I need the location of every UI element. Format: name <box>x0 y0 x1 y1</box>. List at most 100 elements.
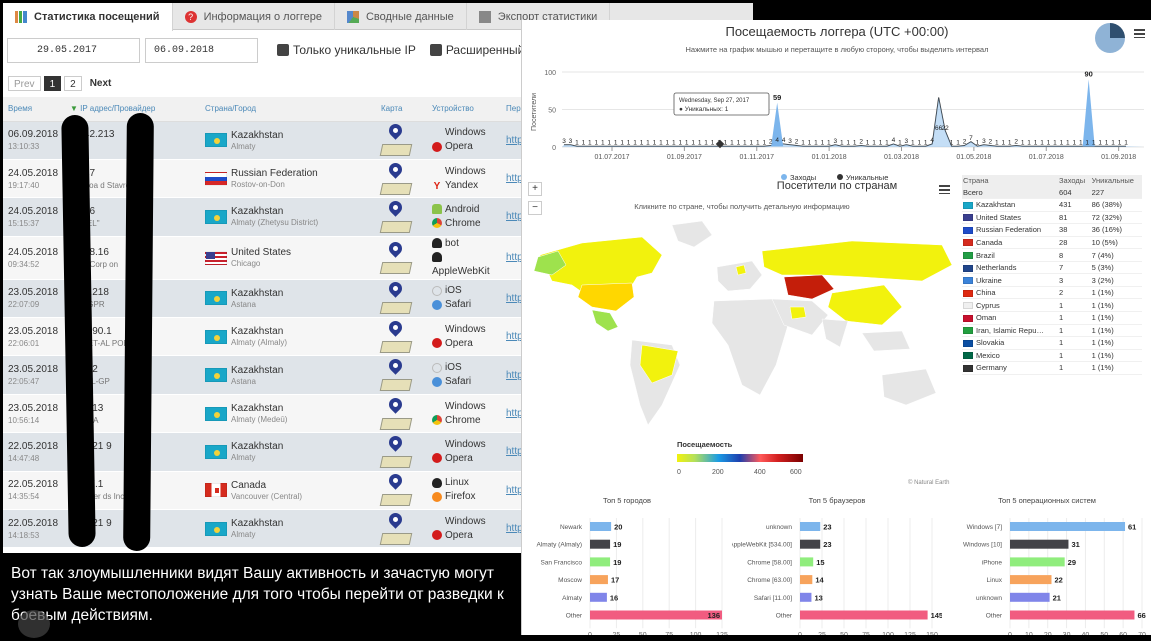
map-australia[interactable] <box>881 368 937 406</box>
os-name: Windows <box>445 438 486 450</box>
map-pin-icon[interactable] <box>379 510 413 545</box>
col-country-header[interactable]: Страна/Город <box>200 97 376 122</box>
map-pin-icon[interactable] <box>379 238 413 274</box>
tab-logger-info[interactable]: ? Информация о логгере <box>173 3 335 30</box>
country-row[interactable]: Kazakhstan 431 86 (38%) <box>962 198 1142 212</box>
pin-marker <box>386 433 405 452</box>
os-name: Windows <box>445 515 486 527</box>
point-label: 3 <box>833 138 837 145</box>
map-color-scale <box>677 454 803 462</box>
country-row[interactable]: Canada 28 10 (5%) <box>962 236 1142 250</box>
device-browser: Opera <box>432 140 501 154</box>
device-os: Windows <box>432 323 501 337</box>
city-name: Almaty (Zhetysu District) <box>231 218 319 228</box>
map-usa[interactable] <box>577 282 635 312</box>
map-pin-icon[interactable] <box>379 159 413 195</box>
country-row[interactable]: United States 81 72 (32%) <box>962 211 1142 225</box>
unique-ip-checkbox[interactable]: Только уникальные IP <box>277 43 416 57</box>
countries-col-visits[interactable]: Заходы <box>1058 175 1091 186</box>
traffic-chart-title: Посещаемость логгера (UTC +00:00) <box>725 24 949 39</box>
map-pin-icon[interactable] <box>379 121 413 157</box>
date-to-input[interactable]: 06.09.2018 <box>145 37 258 63</box>
cell-time: 23.05.2018 10:56:14 <box>3 394 65 434</box>
zoom-in-button[interactable]: + <box>528 182 542 196</box>
point-label: 3 <box>905 138 909 145</box>
os-name: Windows <box>445 400 486 412</box>
visit-time: 09:34:52 <box>8 259 40 269</box>
tab-summary[interactable]: Сводные данные <box>335 3 467 30</box>
col-time-header[interactable]: Время <box>3 97 65 122</box>
map-pin-icon[interactable] <box>379 318 413 353</box>
top-browsers-bar-chart: 0 25 50 75 100 125 150 unknown 23 AppleWebKit [53… <box>732 518 942 635</box>
map-germany[interactable] <box>735 264 747 276</box>
bar-value-label: 21 <box>1053 593 1061 602</box>
category-label: iPhone <box>982 559 1003 566</box>
map-india[interactable] <box>821 318 849 348</box>
x-tick-label: 30 <box>1063 632 1071 635</box>
visit-time: 14:18:53 <box>8 530 40 540</box>
map-pin-icon[interactable] <box>379 433 413 468</box>
os-name: Windows <box>445 165 486 177</box>
world-map[interactable] <box>522 215 962 465</box>
map-russia[interactable] <box>761 240 953 282</box>
country-row[interactable]: Brazil 8 7 (4%) <box>962 248 1142 262</box>
country-row[interactable]: Germany 1 1 (1%) <box>962 361 1142 375</box>
country-row[interactable]: Mexico 1 1 (1%) <box>962 349 1142 363</box>
country-row[interactable]: Russian Federation 38 36 (16%) <box>962 223 1142 237</box>
country-flag-icon <box>963 327 973 335</box>
location: Kazakhstan Almaty (Almaly) <box>231 326 287 347</box>
chart-menu-icon[interactable] <box>1134 29 1145 38</box>
date-from-input[interactable]: 29.05.2017 <box>7 37 140 63</box>
countries-col-country[interactable]: Страна <box>962 175 1059 186</box>
pie-chart-icon[interactable] <box>1095 23 1125 53</box>
country-row[interactable]: Cyprus 1 1 (1%) <box>962 298 1142 312</box>
map-menu-icon[interactable] <box>939 185 950 194</box>
point-label: 4 <box>775 137 779 144</box>
map-pin-icon[interactable] <box>379 356 413 392</box>
category-label: unknown <box>766 524 792 531</box>
country-unique: 72 (32%) <box>1090 211 1142 225</box>
map-pin-icon[interactable] <box>379 279 413 315</box>
point-label: 4 <box>892 137 896 144</box>
map-africa[interactable] <box>711 298 789 396</box>
bar <box>800 575 813 585</box>
country-row[interactable]: Iran, Islamic Repu… 1 1 (1%) <box>962 324 1142 338</box>
prev-page-button[interactable]: Prev <box>8 75 41 91</box>
next-page-button[interactable]: Next <box>84 75 117 91</box>
kz-flag-icon <box>205 133 227 148</box>
country-row[interactable]: Slovakia 1 1 (1%) <box>962 336 1142 350</box>
bar <box>800 522 821 531</box>
map-mexico[interactable] <box>591 309 619 332</box>
countries-col-unique[interactable]: Уникальные <box>1090 175 1142 186</box>
map-iran[interactable] <box>789 306 807 320</box>
country-row[interactable]: Oman 1 1 (1%) <box>962 311 1142 325</box>
map-china[interactable] <box>827 284 903 326</box>
tab-visit-statistics[interactable]: Статистика посещений <box>3 3 173 31</box>
map-pin-icon[interactable] <box>379 471 413 507</box>
tooltip-value: ● Уникальных: 1 <box>679 106 729 113</box>
country-row[interactable]: China 2 1 (1%) <box>962 286 1142 300</box>
browser-name: Safari <box>445 299 472 311</box>
country-name: Kazakhstan <box>231 326 284 338</box>
map-southeast-asia[interactable] <box>861 330 911 352</box>
map-greenland[interactable] <box>671 220 713 248</box>
country-cell: Brazil <box>962 248 1059 262</box>
bar-value-label: 66 <box>1137 611 1145 620</box>
map-kazakhstan[interactable] <box>783 274 835 300</box>
extended-checkbox[interactable]: Расширенный с <box>429 43 534 57</box>
bar <box>800 539 821 549</box>
page-2-button[interactable]: 2 <box>64 75 82 91</box>
yandex-icon: Y <box>433 180 441 192</box>
page-1-button[interactable]: 1 <box>43 75 62 91</box>
map-pin-icon[interactable] <box>379 198 413 233</box>
map-europe[interactable] <box>716 260 763 292</box>
point-label: 1 <box>627 139 631 146</box>
map-pin-icon[interactable] <box>379 394 413 430</box>
country-row[interactable]: Netherlands 7 5 (3%) <box>962 261 1142 275</box>
pin-marker <box>386 121 405 140</box>
cell-country: Kazakhstan Almaty (Almaly) <box>200 317 376 357</box>
chrome-icon <box>432 414 442 425</box>
zoom-out-button[interactable]: − <box>528 201 542 215</box>
browser-name: AppleWebKit <box>432 265 490 277</box>
country-row[interactable]: Ukraine 3 3 (2%) <box>962 273 1142 287</box>
